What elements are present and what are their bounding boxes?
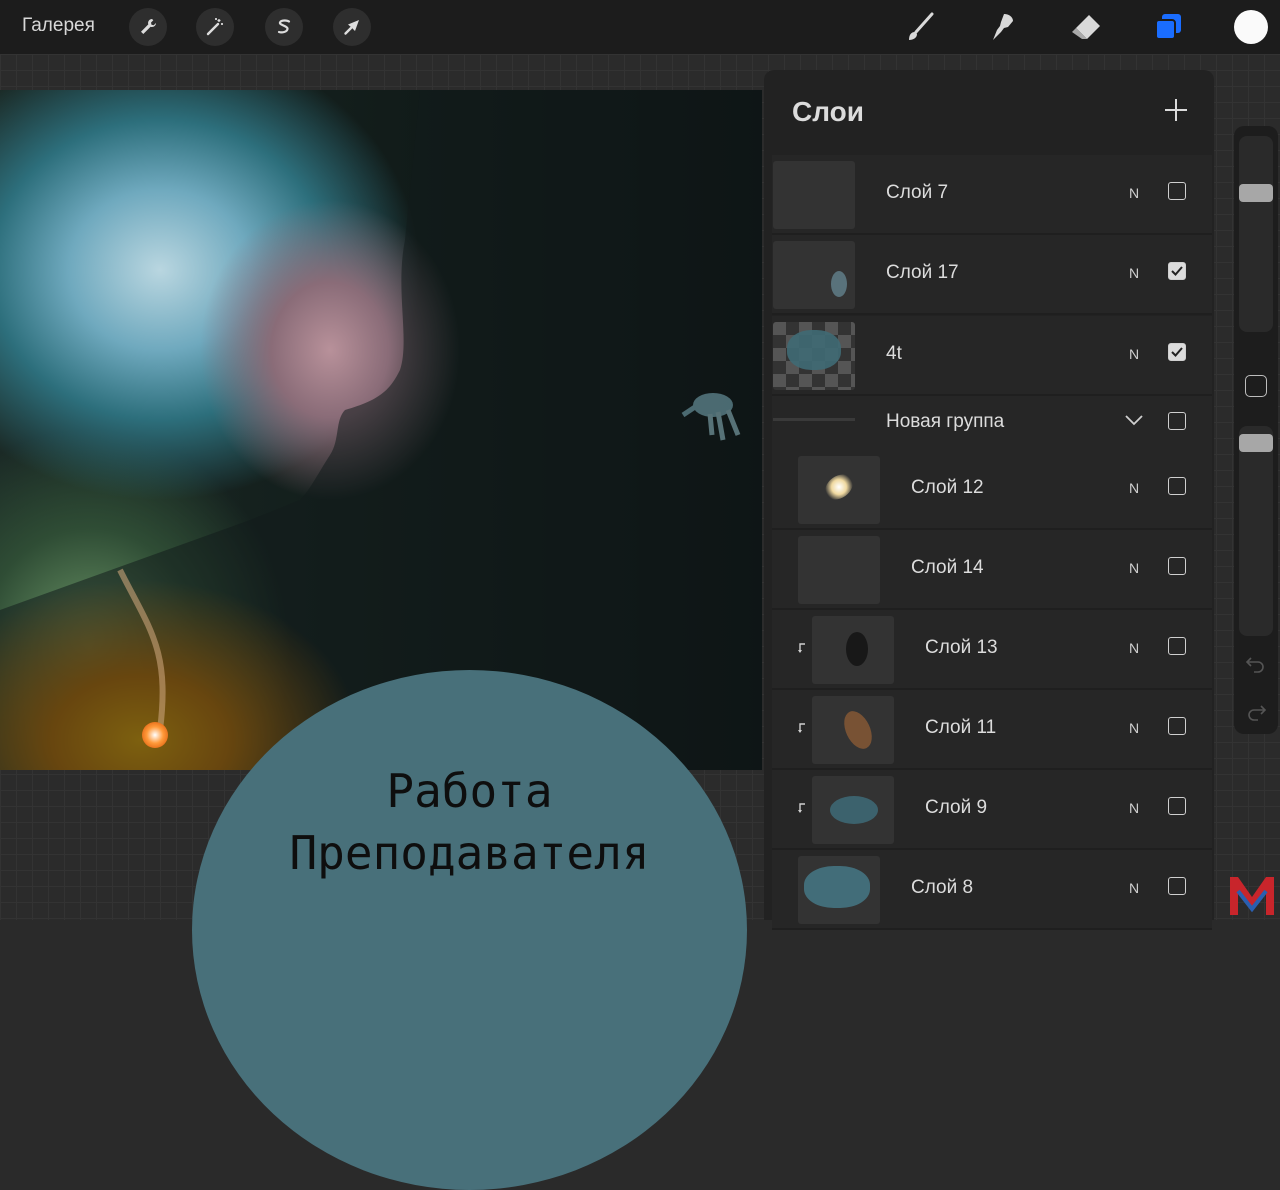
side-toolbar [1234, 126, 1278, 734]
wrench-icon [141, 19, 156, 34]
magic-wand-icon [206, 18, 223, 36]
opacity-knob[interactable] [1239, 434, 1273, 452]
layers-panel-title: Слои [792, 96, 864, 127]
layer-group-row[interactable]: Новая группа [772, 396, 1212, 452]
smudge-tool[interactable] [985, 10, 1021, 44]
promo-banner [192, 670, 747, 1190]
actions-button[interactable] [129, 8, 167, 46]
layers-panel: Слои Слой 7 N Слой 17 N 4t N Новая групп… [764, 70, 1214, 930]
layer-row[interactable]: Слой 13 N [772, 610, 1212, 690]
layer-thumbnail [812, 696, 894, 764]
clipping-mask-icon [798, 803, 805, 813]
layer-name: Слой 7 [886, 182, 949, 203]
transform-button[interactable] [333, 8, 371, 46]
layer-row[interactable]: Слой 12 N [772, 450, 1212, 530]
banner-line-2: Преподавателя [289, 826, 650, 880]
opacity-slider[interactable] [1239, 426, 1273, 636]
visibility-checkbox[interactable] [1168, 557, 1186, 575]
layer-row[interactable]: Слой 14 N [772, 530, 1212, 610]
blend-mode[interactable]: N [1129, 560, 1139, 576]
brush-icon [909, 12, 934, 40]
group-name: Новая группа [886, 411, 1005, 432]
layer-name: Слой 8 [911, 877, 974, 898]
brush-tool[interactable] [902, 10, 938, 44]
pendant-glow [142, 722, 168, 748]
layer-row[interactable]: Слой 9 N [772, 770, 1212, 850]
blend-mode[interactable]: N [1129, 480, 1139, 496]
layer-row[interactable]: Слой 11 N [772, 690, 1212, 770]
layers-tool[interactable] [1150, 10, 1186, 44]
smudge-icon [993, 14, 1013, 40]
layer-row[interactable]: Слой 7 N [772, 155, 1212, 235]
visibility-checkbox-checked[interactable] [1168, 262, 1186, 280]
layer-name: Слой 14 [911, 557, 984, 578]
eraser-icon [1072, 15, 1100, 39]
layer-thumbnail [798, 456, 880, 524]
layer-thumbnail [812, 776, 894, 844]
adjustments-button[interactable] [196, 8, 234, 46]
color-picker[interactable] [1234, 10, 1268, 44]
selection-button[interactable] [265, 8, 303, 46]
layer-name: Слой 9 [925, 797, 988, 818]
layer-thumbnail [798, 536, 880, 604]
layers-icon [1155, 14, 1181, 40]
creature-sketch [681, 393, 741, 441]
brush-size-slider[interactable] [1239, 136, 1273, 332]
selection-s-icon [277, 19, 291, 34]
eraser-tool[interactable] [1068, 10, 1104, 44]
plus-icon[interactable] [1162, 96, 1190, 124]
visibility-checkbox[interactable] [1168, 877, 1186, 895]
layer-thumbnail [773, 241, 855, 309]
layer-thumbnail [773, 161, 855, 229]
visibility-checkbox-checked[interactable] [1168, 343, 1186, 361]
layer-name: 4t [886, 343, 902, 364]
banner-line-1: Работа [386, 764, 553, 818]
layer-thumbnail [798, 856, 880, 924]
chevron-down-icon[interactable] [1124, 413, 1144, 427]
blend-mode[interactable]: N [1129, 880, 1139, 896]
artwork-canvas[interactable] [0, 90, 762, 770]
visibility-checkbox[interactable] [1168, 477, 1186, 495]
top-toolbar: Галерея [0, 0, 1280, 54]
checkmark-icon [1171, 266, 1183, 276]
layer-name: Слой 12 [911, 477, 984, 498]
visibility-checkbox[interactable] [1168, 637, 1186, 655]
layer-thumbnail [812, 616, 894, 684]
watermark-logo [1230, 877, 1274, 915]
brush-size-knob[interactable] [1239, 184, 1273, 202]
blend-mode[interactable]: N [1129, 800, 1139, 816]
visibility-checkbox[interactable] [1168, 412, 1186, 430]
portrait-illustration [0, 90, 762, 770]
visibility-checkbox[interactable] [1168, 717, 1186, 735]
arrow-cursor-icon [344, 20, 359, 35]
modify-button[interactable] [1245, 375, 1267, 397]
layer-name: Слой 17 [886, 262, 959, 283]
blend-mode[interactable]: N [1129, 720, 1139, 736]
gallery-button[interactable]: Галерея [22, 15, 95, 37]
promo-banner-text: Работа Преподавателя [192, 760, 747, 884]
layer-row[interactable]: Слой 8 N [772, 850, 1212, 930]
blend-mode[interactable]: N [1129, 185, 1139, 201]
layer-name: Слой 11 [925, 717, 997, 738]
layer-name: Слой 13 [925, 637, 998, 658]
layer-thumbnail [773, 322, 855, 390]
redo-icon[interactable] [1245, 702, 1267, 722]
blend-mode[interactable]: N [1129, 640, 1139, 656]
layer-row[interactable]: Слой 17 N [772, 235, 1212, 315]
group-divider [773, 418, 855, 421]
checkmark-icon [1171, 347, 1183, 357]
undo-icon[interactable] [1245, 654, 1267, 674]
blend-mode[interactable]: N [1129, 346, 1139, 362]
clipping-mask-icon [798, 643, 805, 653]
clipping-mask-icon [798, 723, 805, 733]
layer-row[interactable]: 4t N [772, 316, 1212, 396]
visibility-checkbox[interactable] [1168, 797, 1186, 815]
visibility-checkbox[interactable] [1168, 182, 1186, 200]
blend-mode[interactable]: N [1129, 265, 1139, 281]
